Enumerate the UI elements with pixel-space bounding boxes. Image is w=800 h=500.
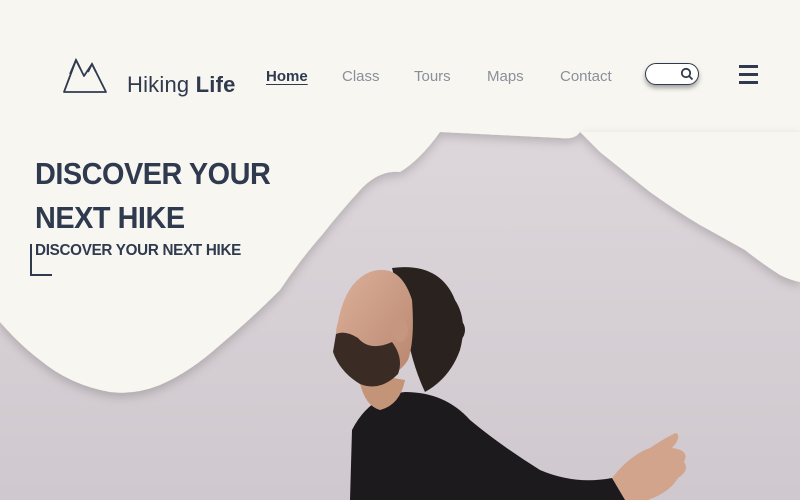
brand-name-bold: Life <box>195 72 236 97</box>
hero-subtitle: DISCOVER YOUR NEXT HIKE <box>35 242 242 259</box>
nav-item-tours[interactable]: Tours <box>414 68 451 85</box>
mountain-icon[interactable] <box>62 54 108 96</box>
nav-item-contact[interactable]: Contact <box>560 68 612 85</box>
nav-item-maps[interactable]: Maps <box>487 68 524 85</box>
hero-title: DISCOVER YOUR NEXT HIKE <box>35 156 271 235</box>
search-icon <box>680 67 694 81</box>
landing-page: Hiking Life Home Class Tours Maps Contac… <box>0 0 800 500</box>
nav-item-class[interactable]: Class <box>342 68 380 85</box>
brand-name-light: Hiking <box>127 72 190 97</box>
brand-name[interactable]: Hiking Life <box>127 72 236 98</box>
search-input[interactable] <box>645 63 699 85</box>
nav-item-home[interactable]: Home <box>266 68 308 85</box>
hamburger-menu-icon[interactable] <box>739 65 759 89</box>
